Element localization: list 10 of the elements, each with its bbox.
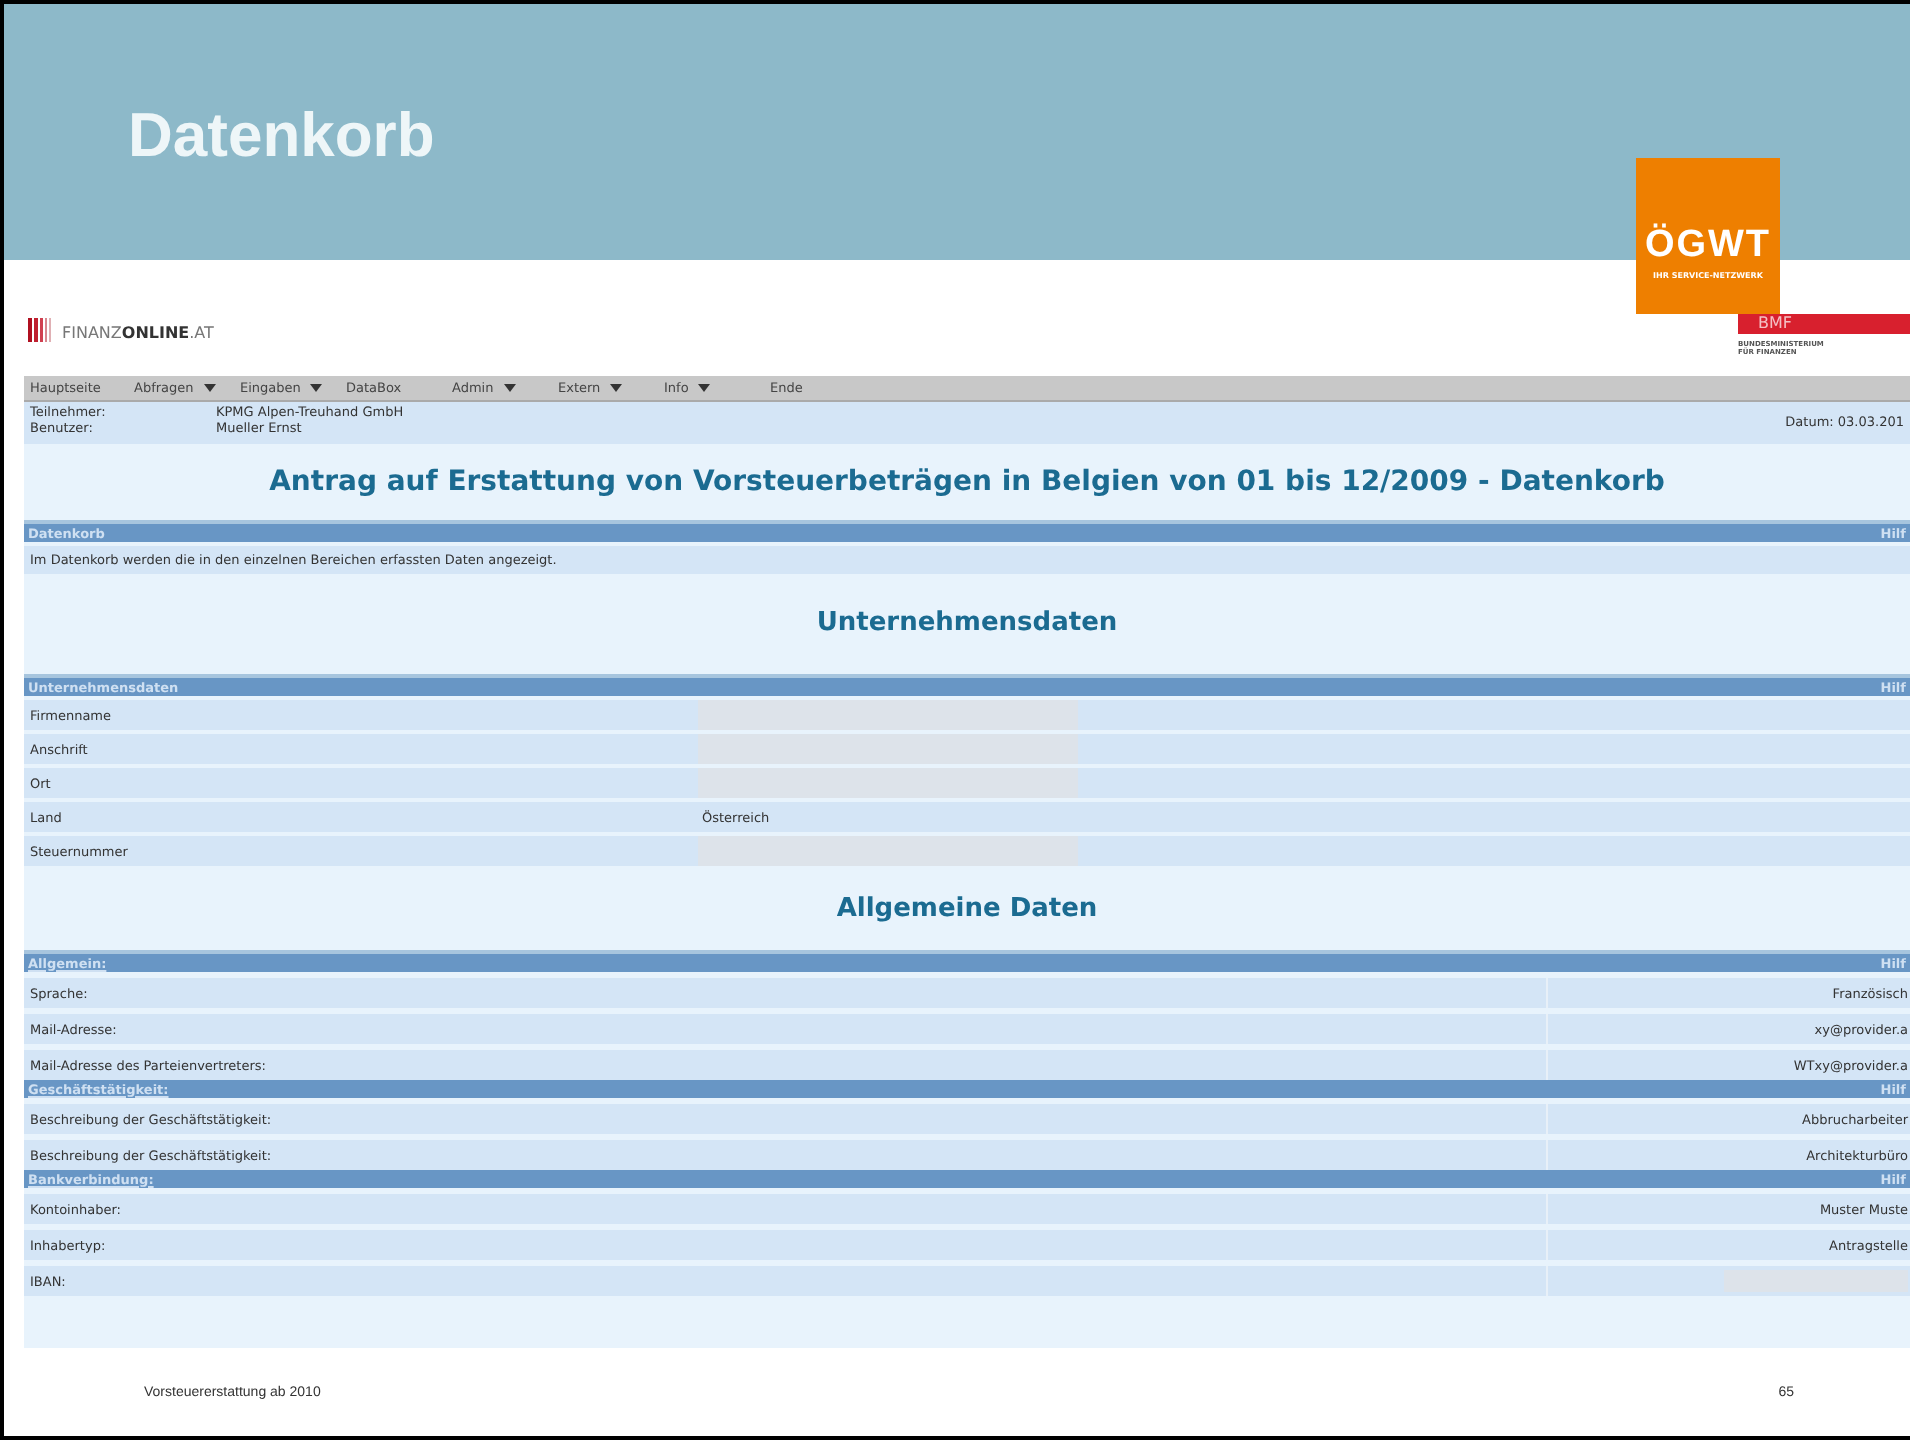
caret-icon	[203, 384, 216, 392]
ministry-badge: BMF	[1738, 314, 1910, 334]
caret-icon	[698, 384, 711, 392]
caret-icon	[310, 384, 323, 392]
logo-name: ÖGWT	[1644, 226, 1772, 266]
caret-icon	[610, 384, 623, 392]
slide-title: Datenkorb	[128, 100, 435, 172]
stripes-icon	[28, 318, 56, 342]
caret-icon	[503, 384, 516, 392]
portal-logo-text: FINANZONLINE.AT	[62, 326, 214, 342]
